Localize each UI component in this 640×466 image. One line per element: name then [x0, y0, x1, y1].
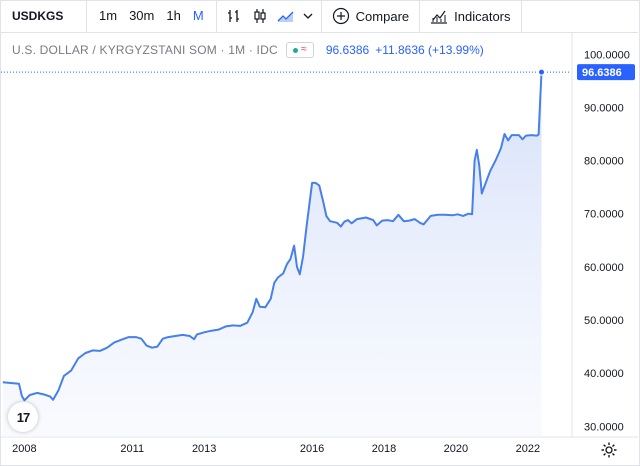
series-title: U.S. DOLLAR / KYRGYZSTANI SOM · 1M · IDC: [12, 43, 278, 57]
symbol-search[interactable]: USDKGS: [0, 9, 86, 23]
compare-button[interactable]: Compare: [322, 0, 419, 32]
series-legend: U.S. DOLLAR / KYRGYZSTANI SOM · 1M · IDC…: [12, 42, 484, 58]
toolbar-divider: [520, 0, 522, 32]
interval-1h[interactable]: 1h: [160, 0, 186, 32]
indicators-label: Indicators: [454, 8, 511, 24]
top-toolbar: USDKGS 1m 30m 1h M Compare Indicators: [0, 0, 638, 33]
tradingview-logo-icon: 17: [16, 409, 31, 425]
gear-icon[interactable]: [600, 441, 618, 459]
indicators-icon: [431, 10, 448, 24]
legend-last-value: 96.6386: [325, 43, 370, 57]
delayed-data-icon: ≈: [301, 44, 307, 55]
area-style-icon[interactable]: [273, 0, 299, 32]
candlestick-style-icon[interactable]: [247, 0, 273, 32]
interval-30m[interactable]: 30m: [123, 0, 160, 32]
interval-1m[interactable]: 1m: [93, 0, 123, 32]
chevron-down-icon[interactable]: [299, 0, 317, 32]
toolbar-divider: [86, 0, 87, 32]
toolbar-divider: [215, 0, 217, 32]
market-status-badge[interactable]: ≈: [285, 42, 314, 58]
compare-label: Compare: [355, 8, 410, 24]
indicators-button[interactable]: Indicators: [420, 0, 520, 32]
market-open-icon: [293, 47, 299, 53]
legend-change: +11.8636 (+13.99%): [375, 43, 484, 57]
plus-circle-icon: [332, 7, 349, 25]
tradingview-logo[interactable]: 17: [8, 402, 38, 432]
bar-chart-style-icon[interactable]: [221, 0, 247, 32]
interval-month[interactable]: M: [187, 0, 210, 32]
chart-frame: [0, 0, 640, 466]
